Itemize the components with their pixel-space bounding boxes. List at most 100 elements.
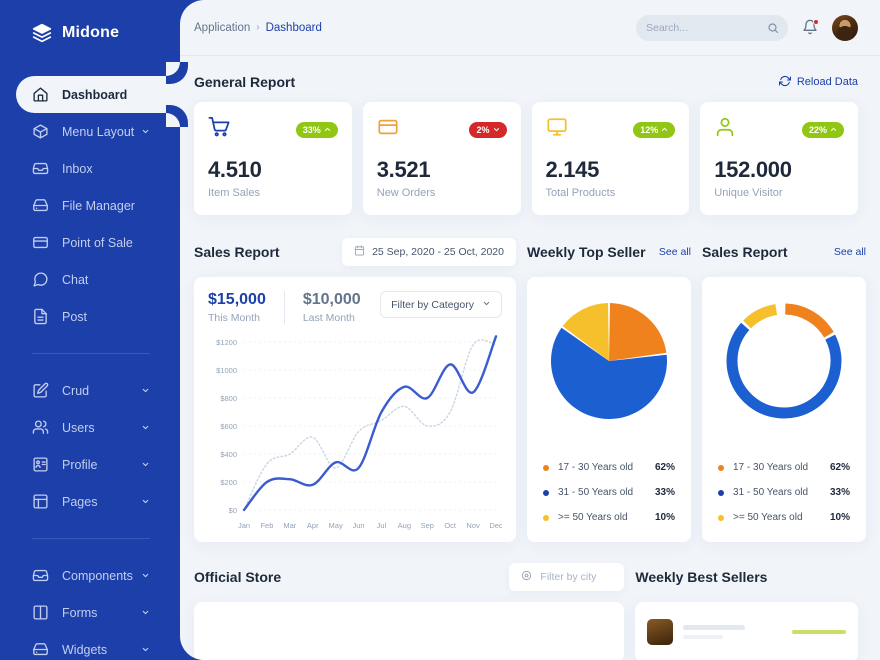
- main-content: Application › Dashboard Search... Genera…: [180, 0, 880, 660]
- file-text-icon: [32, 308, 49, 325]
- sidebar-item-pages[interactable]: Pages: [0, 483, 180, 520]
- best-seller-name-placeholder: [683, 625, 746, 630]
- legend-percent: 10%: [654, 512, 675, 523]
- last-month-value: $10,000: [302, 291, 361, 308]
- date-range-value: 25 Sep, 2020 - 25 Oct, 2020: [372, 246, 504, 258]
- svg-text:Dec: Dec: [489, 521, 502, 530]
- notification-bell-button[interactable]: [802, 18, 819, 37]
- message-icon: [32, 271, 49, 288]
- sales-report-column: Sales Report 25 Sep, 2020 - 25 Oct, 2020: [194, 237, 516, 542]
- map-pin-icon: [521, 570, 532, 584]
- stat-label: Item Sales: [208, 187, 260, 199]
- this-month-value: $15,000: [208, 291, 266, 308]
- svg-text:Aug: Aug: [398, 521, 411, 530]
- city-filter-input[interactable]: Filter by city: [509, 563, 625, 591]
- legend-percent: 33%: [654, 487, 675, 498]
- layers-icon: [32, 23, 52, 43]
- stat-value: 3.521: [376, 157, 431, 182]
- chevron-down-icon: [142, 462, 149, 466]
- stat-trend-badge: 33%: [295, 121, 338, 138]
- sidebar-item-components[interactable]: Components: [0, 557, 180, 594]
- home-icon: [32, 86, 49, 103]
- avatar[interactable]: [832, 14, 858, 41]
- filter-by-category-dropdown[interactable]: Filter by Category: [380, 291, 502, 318]
- svg-text:Nov: Nov: [466, 521, 480, 530]
- legend-row: 31 - 50 Years old 33%: [718, 480, 850, 505]
- legend-row: >= 50 Years old 10%: [718, 505, 850, 530]
- svg-text:Sep: Sep: [421, 521, 434, 530]
- sidebar-item-chat[interactable]: Chat: [0, 261, 180, 298]
- sidebar-item-dashboard[interactable]: Dashboard: [16, 62, 180, 127]
- inbox-icon: [32, 160, 49, 177]
- reload-data-button[interactable]: Reload Data: [778, 75, 858, 90]
- svg-text:$1200: $1200: [216, 338, 237, 347]
- breadcrumb: Application › Dashboard: [194, 22, 322, 34]
- sidebar-item-profile[interactable]: Profile: [0, 446, 180, 483]
- user-icon: [714, 116, 736, 143]
- chevron-down-icon: [142, 129, 149, 133]
- profile-card-icon: [32, 456, 49, 473]
- sidebar-divider: [32, 538, 150, 539]
- sidebar-item-file-manager[interactable]: File Manager: [0, 187, 180, 224]
- stat-card[interactable]: 22% 152.000 Unique Visitor: [700, 102, 858, 215]
- sidebar-item-post[interactable]: Post: [0, 298, 180, 335]
- sidebar-item-label: Point of Sale: [62, 235, 133, 250]
- legend-color-dot: [718, 514, 724, 521]
- legend-row: 31 - 50 Years old 33%: [543, 480, 675, 505]
- legend-color-dot: [543, 464, 549, 471]
- sidebar-item-point-of-sale[interactable]: Point of Sale: [0, 224, 180, 261]
- sidebar-item-crud[interactable]: Crud: [0, 372, 180, 409]
- sidebar-item-label: Chat: [62, 272, 89, 287]
- sidebar-item-menu-layout[interactable]: Menu Layout: [0, 113, 180, 150]
- calendar-icon: [354, 245, 365, 259]
- legend-label: >= 50 Years old: [733, 512, 803, 523]
- brand[interactable]: Midone: [0, 0, 180, 66]
- weekly-best-sellers-header: Weekly Best Sellers: [635, 562, 858, 592]
- breadcrumb-root[interactable]: Application: [194, 22, 250, 34]
- pie-legend: 17 - 30 Years old 62% 31 - 50 Years old 33%…: [539, 455, 679, 530]
- sidebar-item-inbox[interactable]: Inbox: [0, 150, 180, 187]
- arrow-up-icon: [661, 125, 668, 135]
- weekly-top-seller-card: 17 - 30 Years old 62% 31 - 50 Years old 33%…: [527, 277, 691, 542]
- legend-row: >= 50 Years old 10%: [543, 505, 675, 530]
- stat-value: 152.000: [714, 157, 792, 182]
- sidebar-item-label: Widgets: [62, 642, 108, 657]
- best-seller-progress: [792, 630, 846, 634]
- content-area: General Report Reload Data 33% 4.510 Item …: [180, 56, 880, 660]
- last-month-block: $10,000 Last Month: [283, 291, 379, 324]
- stat-card[interactable]: 12% 2.145 Total Products: [531, 102, 690, 215]
- stat-card-list: 33% 4.510 Item Sales 2% 3.521 New Orders 12% 2.…: [194, 102, 858, 215]
- stat-card[interactable]: 33% 4.510 Item Sales: [194, 102, 352, 215]
- legend-percent: 33%: [829, 487, 850, 498]
- sidebar-item-users[interactable]: Users: [0, 409, 180, 446]
- svg-text:Jun: Jun: [352, 521, 364, 530]
- bottom-row: Official Store Filter by city Weekly Bes…: [194, 562, 858, 660]
- legend-color-dot: [718, 464, 724, 471]
- sidebar-item-label: Forms: [62, 605, 98, 620]
- search-input[interactable]: [646, 21, 766, 34]
- credit-card-icon: [32, 234, 49, 251]
- donut-segment: [726, 322, 842, 419]
- sidebar-item-forms[interactable]: Forms: [0, 594, 180, 631]
- sales-line-chart: $0 $200 $400 $600 $800 $1000 $1200 Jan Feb Mar Apr…: [208, 334, 503, 539]
- search-box[interactable]: [636, 14, 788, 41]
- date-range-picker[interactable]: 25 Sep, 2020 - 25 Oct, 2020: [342, 238, 516, 266]
- sales-report-donut-header: Sales Report See all: [702, 237, 866, 267]
- stat-trend-badge: 22%: [801, 121, 844, 138]
- official-store-card: [194, 602, 625, 660]
- sidebar-nav: Dashboard Menu Layout Inbox File Manager Poi…: [0, 62, 180, 660]
- stat-card-top: 33%: [208, 116, 338, 143]
- chevron-down-icon: [482, 299, 491, 311]
- weekly-top-seller-see-all[interactable]: See all: [659, 246, 691, 258]
- pie-slice: [609, 303, 667, 361]
- stat-trend-value: 2%: [476, 124, 490, 135]
- legend-percent: 62%: [654, 462, 675, 473]
- sales-report-donut-see-all[interactable]: See all: [834, 246, 866, 258]
- sidebar-item-label: Components: [62, 568, 133, 583]
- sidebar-item-widgets[interactable]: Widgets: [0, 631, 180, 660]
- legend-color-dot: [718, 489, 724, 496]
- chevron-down-icon: [142, 610, 149, 614]
- stat-card[interactable]: 2% 3.521 New Orders: [362, 102, 521, 215]
- breadcrumb-current[interactable]: Dashboard: [266, 22, 322, 34]
- legend-row: 17 - 30 Years old 62%: [718, 455, 850, 480]
